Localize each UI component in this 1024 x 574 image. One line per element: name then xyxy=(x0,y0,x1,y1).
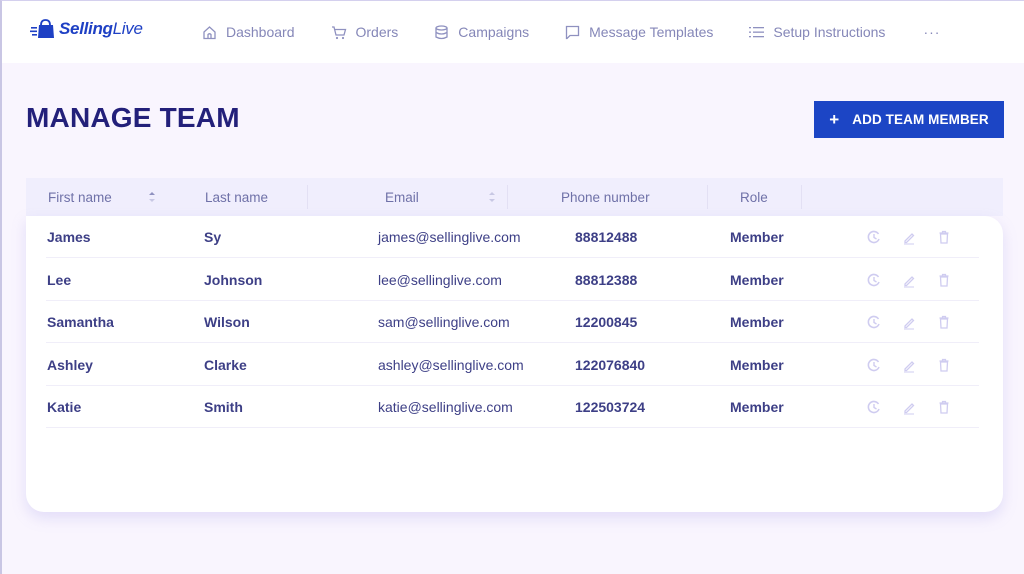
role-cell: Member xyxy=(730,229,784,245)
add-team-member-label: ADD TEAM MEMBER xyxy=(852,112,989,127)
edit-icon[interactable] xyxy=(901,357,917,373)
more-menu-button[interactable]: ··· xyxy=(923,24,940,40)
table-row[interactable]: Ashley Clarke ashley@sellinglive.com 122… xyxy=(46,344,979,386)
history-icon[interactable] xyxy=(866,399,882,415)
top-navbar: SellingLive Dashboard Orders Campaigns M… xyxy=(2,1,1024,63)
column-divider xyxy=(801,185,802,209)
first-name-cell: James xyxy=(47,229,91,245)
delete-icon[interactable] xyxy=(936,272,952,288)
cart-icon xyxy=(331,25,346,39)
phone-cell: 122076840 xyxy=(575,356,646,373)
email-cell: katie@sellinglive.com xyxy=(378,399,513,415)
role-cell: Member xyxy=(730,356,784,373)
logo-text: SellingLive xyxy=(59,19,143,38)
nav-label: Setup Instructions xyxy=(773,24,886,40)
nav-item-message-templates[interactable]: Message Templates xyxy=(565,24,713,40)
sort-icon[interactable] xyxy=(148,190,156,204)
column-header-email[interactable]: Email xyxy=(385,178,419,216)
list-icon xyxy=(749,26,765,37)
delete-icon[interactable] xyxy=(936,399,952,415)
message-icon xyxy=(565,25,580,39)
email-cell: ashley@sellinglive.com xyxy=(378,356,524,373)
role-cell: Member xyxy=(730,399,784,415)
column-divider xyxy=(707,185,708,209)
column-header-role[interactable]: Role xyxy=(740,178,768,216)
nav-label: Orders xyxy=(355,24,399,40)
database-icon xyxy=(435,24,448,39)
nav-label: Message Templates xyxy=(589,24,714,40)
first-name-cell: Samantha xyxy=(47,314,114,330)
table-row[interactable]: Samantha Wilson sam@sellinglive.com 1220… xyxy=(46,301,979,343)
sort-icon[interactable] xyxy=(488,190,496,204)
history-icon[interactable] xyxy=(866,272,882,288)
nav-item-orders[interactable]: Orders xyxy=(331,24,399,40)
history-icon[interactable] xyxy=(866,229,882,245)
last-name-cell: Clarke xyxy=(204,356,247,373)
first-name-cell: Katie xyxy=(47,399,82,415)
team-table-card: James Sy james@sellinglive.com 88812488 … xyxy=(26,216,1003,512)
first-name-cell: Ashley xyxy=(47,356,93,373)
table-row[interactable]: James Sy james@sellinglive.com 88812488 … xyxy=(46,216,979,258)
delete-icon[interactable] xyxy=(936,357,952,373)
nav-item-setup-instructions[interactable]: Setup Instructions xyxy=(749,24,885,40)
delete-icon[interactable] xyxy=(936,229,952,245)
email-cell: sam@sellinglive.com xyxy=(378,314,510,330)
home-icon xyxy=(203,25,216,39)
table-row[interactable]: Lee Johnson lee@sellinglive.com 88812388… xyxy=(46,259,979,301)
main-nav: Dashboard Orders Campaigns Message Templ… xyxy=(202,1,940,63)
add-team-member-button[interactable]: + ADD TEAM MEMBER xyxy=(814,101,1004,138)
nav-label: Campaigns xyxy=(458,24,530,40)
nav-item-dashboard[interactable]: Dashboard xyxy=(202,24,295,40)
phone-cell: 88812488 xyxy=(575,229,638,245)
last-name-cell: Wilson xyxy=(204,314,250,330)
shopping-bag-logo-icon xyxy=(30,19,54,38)
column-divider xyxy=(507,185,508,209)
table-row[interactable]: Katie Smith katie@sellinglive.com 122503… xyxy=(46,386,979,428)
phone-cell: 122503724 xyxy=(575,399,646,415)
column-header-first-name[interactable]: First name xyxy=(48,178,112,216)
first-name-cell: Lee xyxy=(47,271,72,288)
history-icon[interactable] xyxy=(866,314,882,330)
phone-cell: 12200845 xyxy=(575,314,638,330)
last-name-cell: Johnson xyxy=(204,271,263,288)
history-icon[interactable] xyxy=(866,357,882,373)
edit-icon[interactable] xyxy=(901,314,917,330)
edit-icon[interactable] xyxy=(901,272,917,288)
page-title: MANAGE TEAM xyxy=(26,102,240,133)
nav-item-campaigns[interactable]: Campaigns xyxy=(434,24,529,40)
email-cell: james@sellinglive.com xyxy=(378,229,521,245)
table-header: First name Last name Email Phone number … xyxy=(26,178,1003,216)
delete-icon[interactable] xyxy=(936,314,952,330)
last-name-cell: Smith xyxy=(204,399,243,415)
last-name-cell: Sy xyxy=(204,229,222,245)
column-header-last-name[interactable]: Last name xyxy=(205,178,268,216)
column-header-phone-number[interactable]: Phone number xyxy=(561,178,650,216)
role-cell: Member xyxy=(730,271,784,288)
nav-label: Dashboard xyxy=(226,24,295,40)
role-cell: Member xyxy=(730,314,784,330)
edit-icon[interactable] xyxy=(901,229,917,245)
logo[interactable]: SellingLive xyxy=(30,18,143,40)
phone-cell: 88812388 xyxy=(575,271,638,288)
column-divider xyxy=(307,185,308,209)
edit-icon[interactable] xyxy=(901,399,917,415)
plus-icon: + xyxy=(829,109,840,129)
email-cell: lee@sellinglive.com xyxy=(378,271,502,288)
